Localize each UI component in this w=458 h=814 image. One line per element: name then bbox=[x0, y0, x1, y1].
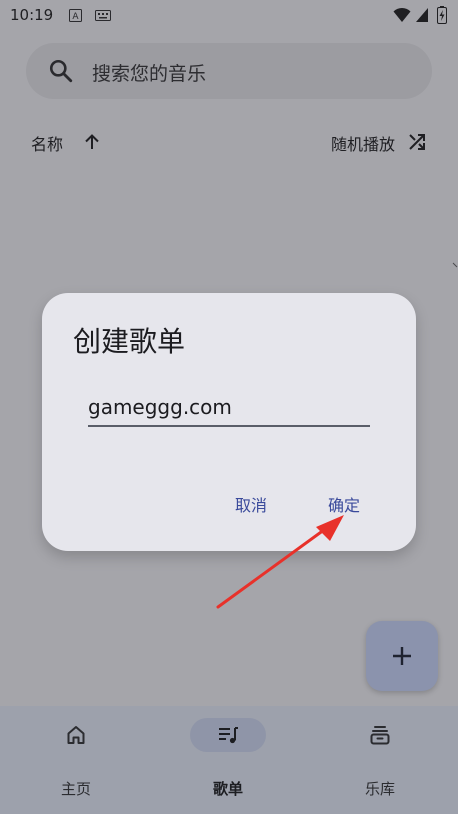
status-bar: 10:19 A bbox=[0, 0, 458, 32]
search-placeholder[interactable]: 搜索您的音乐 bbox=[92, 59, 206, 86]
bottom-navigation: 主页 歌单 乐库 bbox=[0, 706, 458, 814]
shuffle-icon[interactable] bbox=[407, 132, 427, 152]
library-icon bbox=[370, 726, 390, 745]
playlist-icon bbox=[219, 727, 238, 744]
shuffle-play-button[interactable]: 随机播放 bbox=[331, 131, 395, 155]
annotation-arrow bbox=[216, 515, 344, 609]
arrow-shaft bbox=[216, 525, 330, 609]
dialog-title: 创建歌单 bbox=[73, 325, 186, 358]
keyboard-a-icon: A bbox=[69, 9, 82, 22]
arrow-up-icon[interactable] bbox=[82, 132, 102, 152]
search-icon bbox=[49, 59, 73, 83]
sort-bar: 名称 随机播放 bbox=[0, 128, 458, 156]
signal-icon bbox=[416, 8, 428, 22]
nav-item-home[interactable]: 主页 bbox=[0, 706, 152, 814]
wifi-icon bbox=[393, 7, 411, 22]
playlist-name-input[interactable]: gameggg.com bbox=[88, 389, 370, 427]
arrow-head bbox=[316, 515, 344, 541]
nav-label-library: 乐库 bbox=[364, 780, 395, 798]
nav-item-playlists[interactable]: 歌单 bbox=[152, 706, 304, 814]
status-time: 10:19 bbox=[10, 6, 54, 24]
sort-by-name-button[interactable]: 名称 bbox=[31, 131, 63, 155]
edge-indicator bbox=[452, 262, 458, 268]
svg-text:A: A bbox=[72, 12, 79, 22]
app-screen: 10:19 A 搜索您的音乐 名称 随机播放 创建歌单 gameggg.com … bbox=[0, 0, 458, 814]
playlist-name-value[interactable]: gameggg.com bbox=[88, 395, 232, 419]
add-playlist-fab[interactable] bbox=[366, 621, 438, 691]
nav-icon-container bbox=[342, 718, 418, 752]
battery-charging-icon bbox=[437, 6, 447, 24]
nav-icon-container-active bbox=[190, 718, 266, 752]
nav-label-playlists: 歌单 bbox=[212, 780, 243, 798]
plus-icon bbox=[393, 647, 411, 665]
search-bar[interactable]: 搜索您的音乐 bbox=[26, 43, 432, 99]
keyboard-icon bbox=[95, 10, 111, 21]
nav-icon-container bbox=[38, 718, 114, 752]
nav-item-library[interactable]: 乐库 bbox=[304, 706, 456, 814]
nav-label-home: 主页 bbox=[60, 780, 91, 798]
home-icon bbox=[67, 726, 85, 744]
